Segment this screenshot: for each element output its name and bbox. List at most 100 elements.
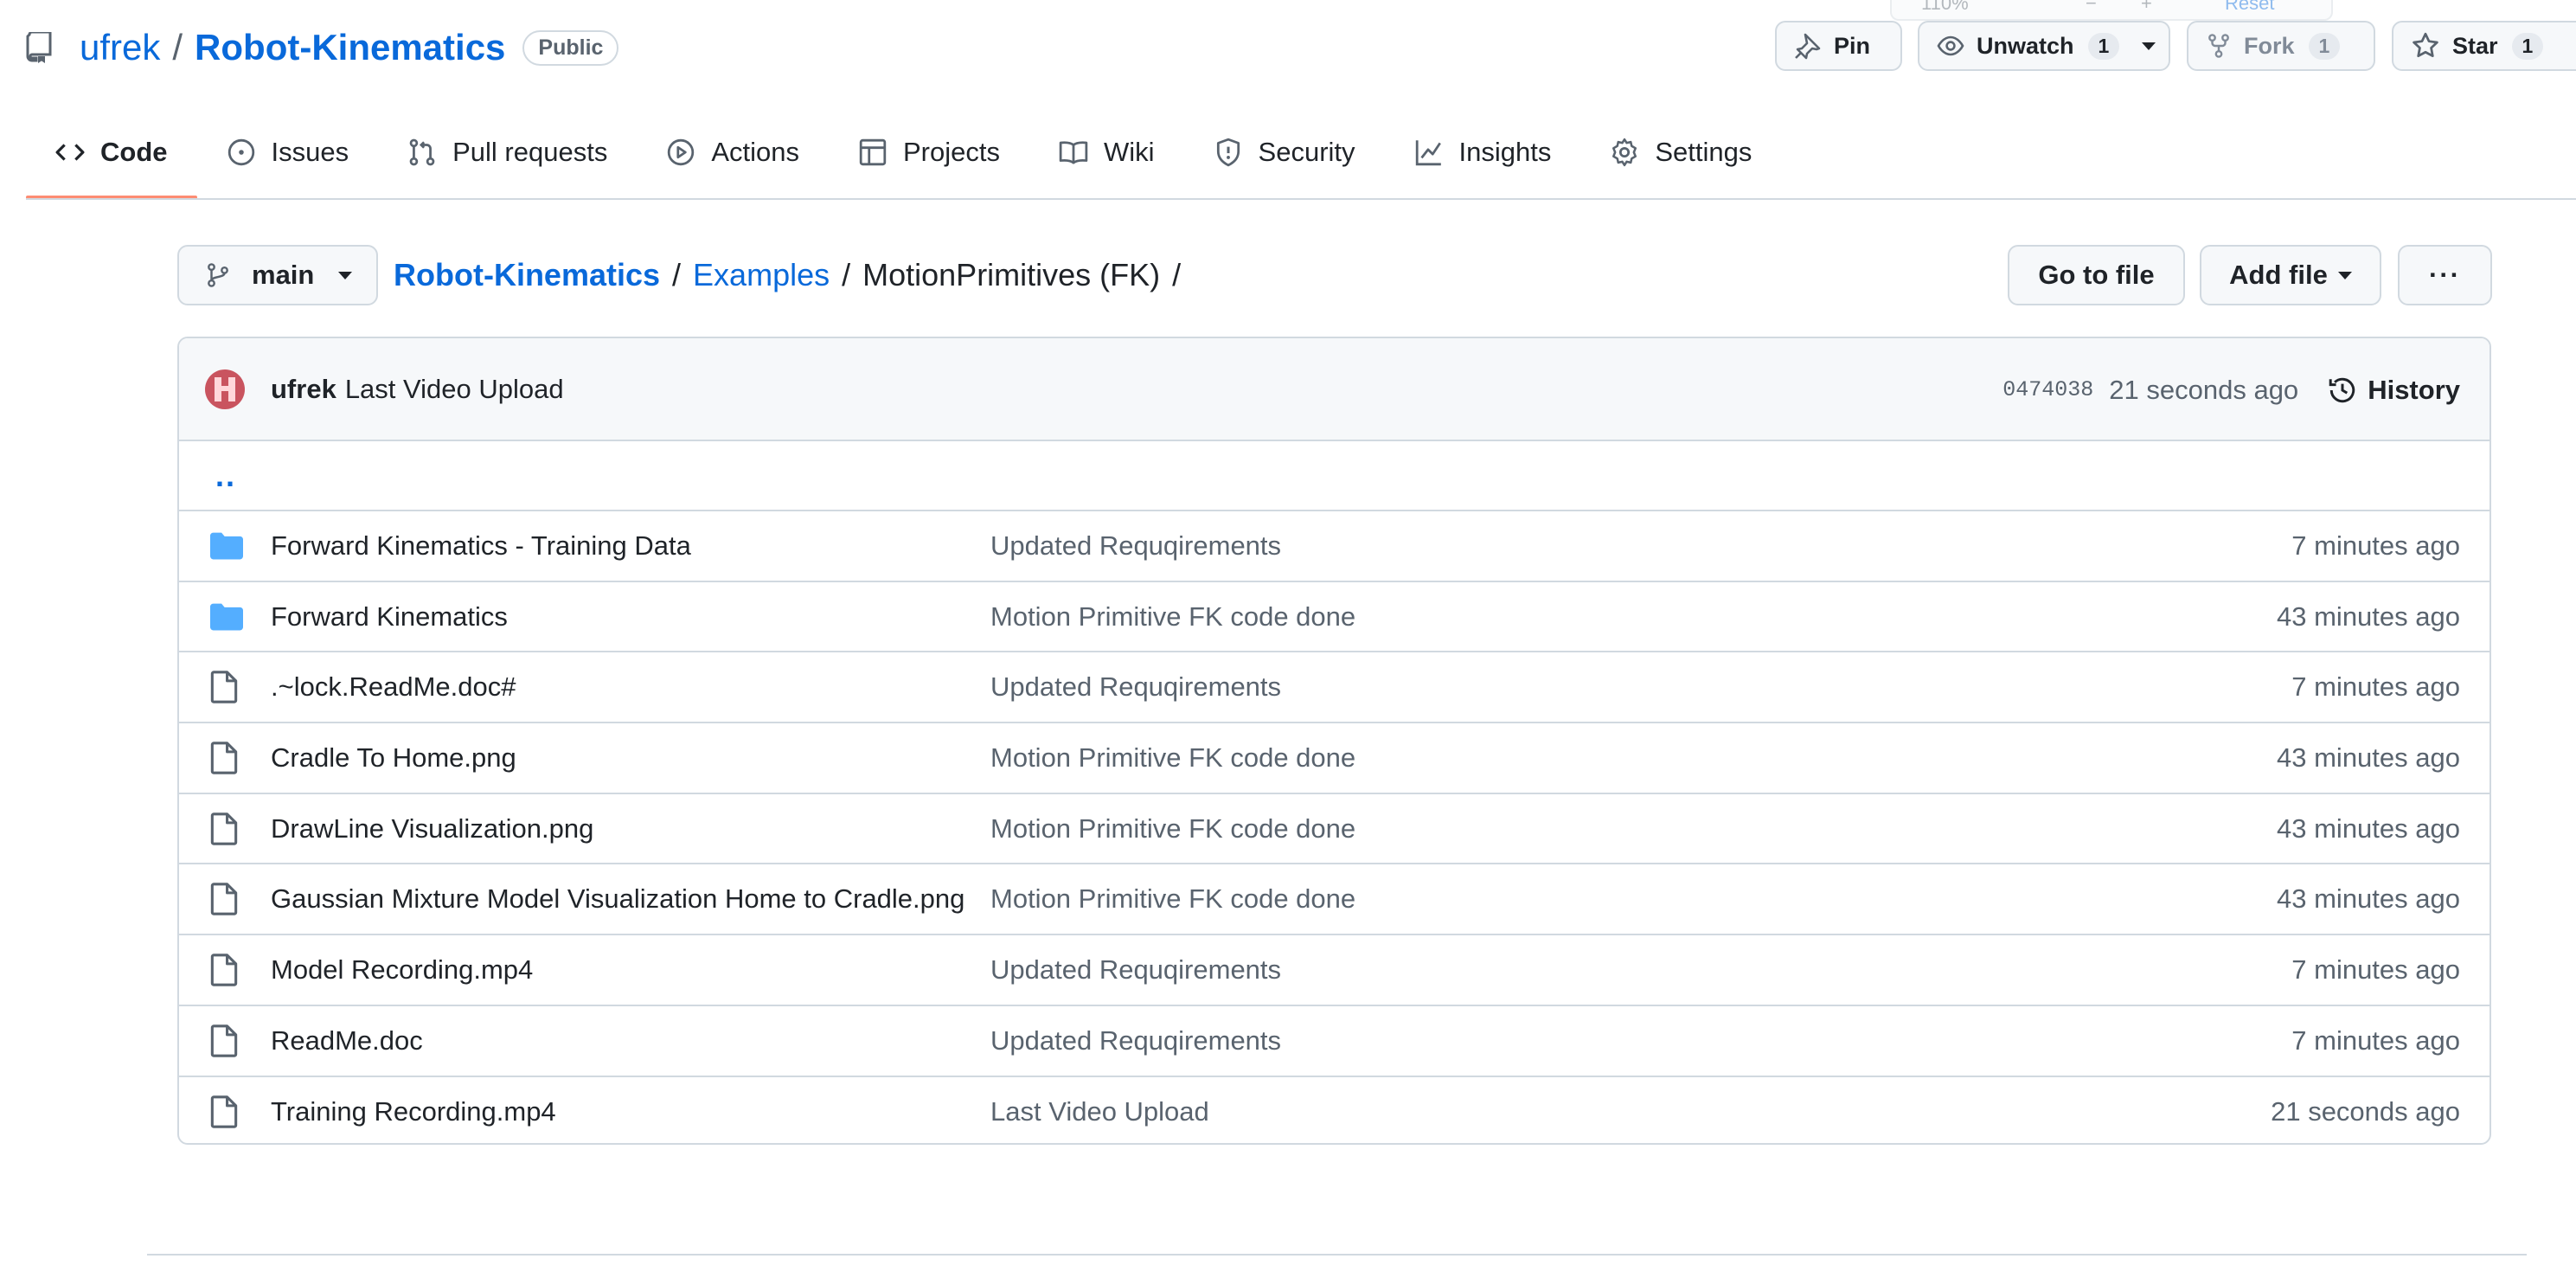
go-to-file-label: Go to file xyxy=(2038,260,2155,290)
file-commit-link[interactable]: Motion Primitive FK code done xyxy=(990,601,1355,633)
file-age: 43 minutes ago xyxy=(2277,742,2460,773)
tab-security[interactable]: Security xyxy=(1184,119,1385,185)
repo-owner-link[interactable]: ufrek xyxy=(80,27,160,68)
star-icon xyxy=(2411,31,2440,61)
file-name-link[interactable]: DrawLine Visualization.png xyxy=(271,813,593,845)
star-button[interactable]: Star 1 xyxy=(2392,21,2576,71)
folder-icon xyxy=(210,603,243,631)
tab-projects[interactable]: Projects xyxy=(829,119,1029,185)
tab-label: Code xyxy=(100,137,168,167)
pin-label: Pin xyxy=(1834,32,1871,59)
add-file-button[interactable]: Add file xyxy=(2200,245,2381,305)
latest-commit-bar: ufrek Last Video Upload 0474038 21 secon… xyxy=(179,338,2489,441)
commit-sha-link[interactable]: 0474038 xyxy=(2002,377,2093,402)
file-commit-link[interactable]: Motion Primitive FK code done xyxy=(990,883,1355,915)
file-icon xyxy=(210,812,238,845)
branch-selector[interactable]: main xyxy=(177,245,378,305)
file-name-link[interactable]: Gaussian Mixture Model Visualization Hom… xyxy=(271,883,964,915)
tab-insights[interactable]: Insights xyxy=(1385,119,1581,185)
file-name-link[interactable]: ReadMe.doc xyxy=(271,1025,423,1056)
code-icon xyxy=(55,138,85,167)
file-commit-link[interactable]: Last Video Upload xyxy=(990,1096,1209,1127)
tab-code[interactable]: Code xyxy=(26,119,197,199)
file-name-link[interactable]: Forward Kinematics xyxy=(271,601,508,633)
file-icon xyxy=(210,1024,238,1057)
zoom-reset-button[interactable]: Reset xyxy=(2225,0,2274,15)
zoom-in-button[interactable]: + xyxy=(2141,0,2152,15)
file-age: 43 minutes ago xyxy=(2277,600,2460,632)
tab-settings[interactable]: Settings xyxy=(1580,119,1781,185)
repo-header: ufrek / Robot-Kinematics Public xyxy=(26,19,619,76)
kebab-icon: ··· xyxy=(2429,260,2461,290)
breadcrumb-separator: / xyxy=(1172,257,1182,292)
tab-wiki[interactable]: Wiki xyxy=(1029,119,1184,185)
avatar[interactable] xyxy=(205,369,245,409)
tab-label: Insights xyxy=(1458,137,1552,167)
file-age: 7 minutes ago xyxy=(2291,671,2460,703)
breadcrumb: Robot-Kinematics / Examples / MotionPrim… xyxy=(394,245,1193,305)
file-row[interactable]: .~lock.ReadMe.doc# Updated Requqirements 7… xyxy=(179,652,2489,724)
file-name-link[interactable]: Model Recording.mp4 xyxy=(271,954,533,986)
history-link[interactable]: History xyxy=(2328,375,2460,406)
commit-author-link[interactable]: ufrek xyxy=(271,374,336,405)
file-commit-link[interactable]: Motion Primitive FK code done xyxy=(990,742,1355,774)
tab-label: Actions xyxy=(711,137,799,167)
pull-request-icon xyxy=(407,138,437,167)
repo-name-link[interactable]: Robot-Kinematics xyxy=(195,27,505,68)
breadcrumb-separator: / xyxy=(672,257,682,292)
play-icon xyxy=(666,138,695,167)
file-age: 21 seconds ago xyxy=(2271,1096,2460,1127)
add-file-label: Add file xyxy=(2229,260,2328,290)
file-commit-link[interactable]: Updated Requqirements xyxy=(990,530,1281,562)
history-label: History xyxy=(2368,374,2460,405)
breadcrumb-folder-link[interactable]: Examples xyxy=(693,257,830,293)
commit-message-link[interactable]: Last Video Upload xyxy=(345,374,564,405)
file-age: 43 minutes ago xyxy=(2277,883,2460,915)
file-name-link[interactable]: .~lock.ReadMe.doc# xyxy=(271,671,516,703)
unwatch-button[interactable]: Unwatch 1 xyxy=(1918,21,2170,71)
file-table: ufrek Last Video Upload 0474038 21 secon… xyxy=(177,337,2491,1145)
history-icon xyxy=(2328,376,2357,405)
watchers-count: 1 xyxy=(2087,32,2120,60)
zoom-level: 110% xyxy=(1921,0,1969,14)
file-row[interactable]: ReadMe.doc Updated Requqirements 7 minutes… xyxy=(179,1006,2489,1077)
file-commit-link[interactable]: Updated Requqirements xyxy=(990,954,1281,986)
more-options-button[interactable]: ··· xyxy=(2398,245,2492,305)
file-row[interactable]: Forward Kinematics - Training Data Update… xyxy=(179,511,2489,582)
file-row[interactable]: Training Recording.mp4 Last Video Upload 2… xyxy=(179,1077,2489,1144)
file-row[interactable]: Cradle To Home.png Motion Primitive FK co… xyxy=(179,723,2489,794)
chevron-down-icon xyxy=(338,271,353,279)
tab-label: Wiki xyxy=(1103,137,1155,167)
file-age: 7 minutes ago xyxy=(2291,530,2460,561)
parent-directory-link[interactable]: .. xyxy=(179,441,2489,511)
breadcrumb-repo-link[interactable]: Robot-Kinematics xyxy=(394,257,660,293)
file-name-link[interactable]: Forward Kinematics - Training Data xyxy=(271,530,691,562)
file-row[interactable]: Gaussian Mixture Model Visualization Hom… xyxy=(179,864,2489,936)
unwatch-label: Unwatch xyxy=(1977,32,2074,59)
file-name-link[interactable]: Cradle To Home.png xyxy=(271,742,516,774)
commit-time: 21 seconds ago xyxy=(2109,374,2299,405)
file-row[interactable]: DrawLine Visualization.png Motion Primiti… xyxy=(179,794,2489,865)
file-age: 7 minutes ago xyxy=(2291,1024,2460,1056)
zoom-out-button[interactable]: − xyxy=(2086,0,2097,15)
file-row[interactable]: Forward Kinematics Motion Primitive FK co… xyxy=(179,582,2489,653)
stars-count: 1 xyxy=(2511,32,2544,60)
tab-label: Pull requests xyxy=(452,137,608,167)
parent-directory-label: .. xyxy=(215,457,237,493)
file-icon xyxy=(210,883,238,916)
tab-actions[interactable]: Actions xyxy=(637,119,829,185)
tab-issues[interactable]: Issues xyxy=(197,119,379,185)
file-name-link[interactable]: Training Recording.mp4 xyxy=(271,1096,556,1127)
repo-icon xyxy=(26,32,54,63)
pin-button[interactable]: Pin xyxy=(1775,21,1902,71)
footer-divider xyxy=(147,1254,2527,1256)
file-row[interactable]: Model Recording.mp4 Updated Requqirements… xyxy=(179,935,2489,1006)
branch-icon xyxy=(205,260,231,290)
file-commit-link[interactable]: Updated Requqirements xyxy=(990,1025,1281,1056)
tab-pull-requests[interactable]: Pull requests xyxy=(378,119,637,185)
go-to-file-button[interactable]: Go to file xyxy=(2008,245,2185,305)
fork-button[interactable]: Fork 1 xyxy=(2187,21,2375,71)
file-commit-link[interactable]: Updated Requqirements xyxy=(990,671,1281,703)
star-label: Star xyxy=(2452,32,2498,59)
file-commit-link[interactable]: Motion Primitive FK code done xyxy=(990,813,1355,845)
